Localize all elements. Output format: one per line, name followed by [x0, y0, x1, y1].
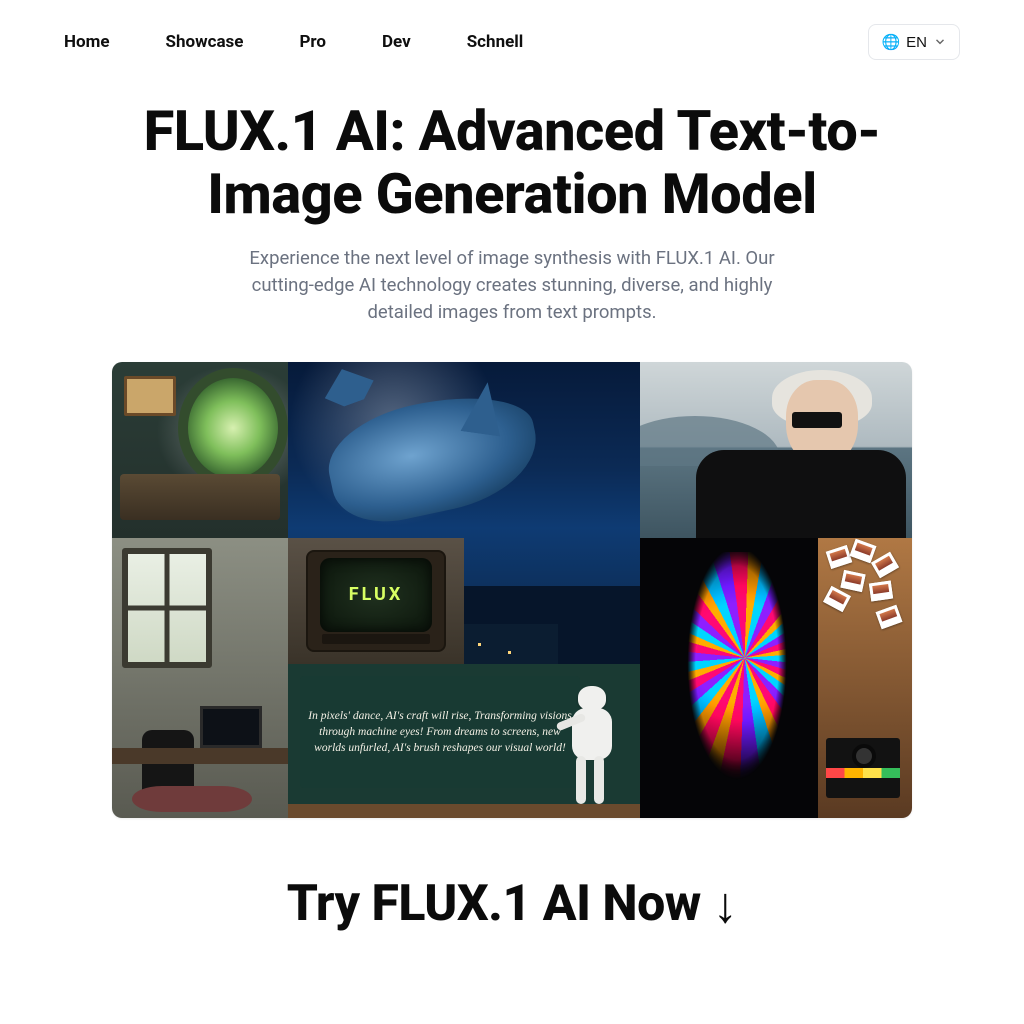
nav-item-home[interactable]: Home [64, 32, 110, 52]
showcase-gallery: FLUX In pixels' dance, AI's craft will r… [112, 362, 912, 818]
cta-label: Try FLUX.1 AI Now [287, 875, 701, 933]
language-picker[interactable]: 🌐 EN [868, 24, 960, 60]
chalkboard-poem: In pixels' dance, AI's craft will rise, … [300, 708, 580, 756]
main-nav: Home Showcase Pro Dev Schnell [64, 32, 523, 52]
gallery-tile-retro-tv: FLUX [288, 538, 464, 664]
cta-heading: Try FLUX.1 AI Now ↓ [0, 874, 1024, 933]
gallery-tile-robot-chalkboard: In pixels' dance, AI's craft will rise, … [288, 664, 640, 818]
page-title: FLUX.1 AI: Advanced Text-to-Image Genera… [82, 100, 942, 225]
nav-item-dev[interactable]: Dev [382, 32, 411, 52]
tv-screen-text: FLUX [320, 558, 432, 632]
gallery-tile-polaroid [818, 538, 912, 818]
gallery-tile-office [112, 538, 288, 818]
gallery-tile-man-sea [640, 362, 912, 538]
nav-item-schnell[interactable]: Schnell [467, 32, 524, 52]
chevron-down-icon [933, 35, 947, 49]
gallery-tile-bedroom [112, 362, 288, 538]
globe-icon: 🌐 [881, 33, 900, 51]
nav-item-pro[interactable]: Pro [299, 32, 326, 52]
gallery-tile-neon-face [640, 538, 818, 818]
language-code: EN [906, 34, 927, 51]
nav-item-showcase[interactable]: Showcase [166, 32, 244, 52]
arrow-down-icon: ↓ [713, 876, 738, 935]
page-subtitle: Experience the next level of image synth… [232, 245, 792, 325]
